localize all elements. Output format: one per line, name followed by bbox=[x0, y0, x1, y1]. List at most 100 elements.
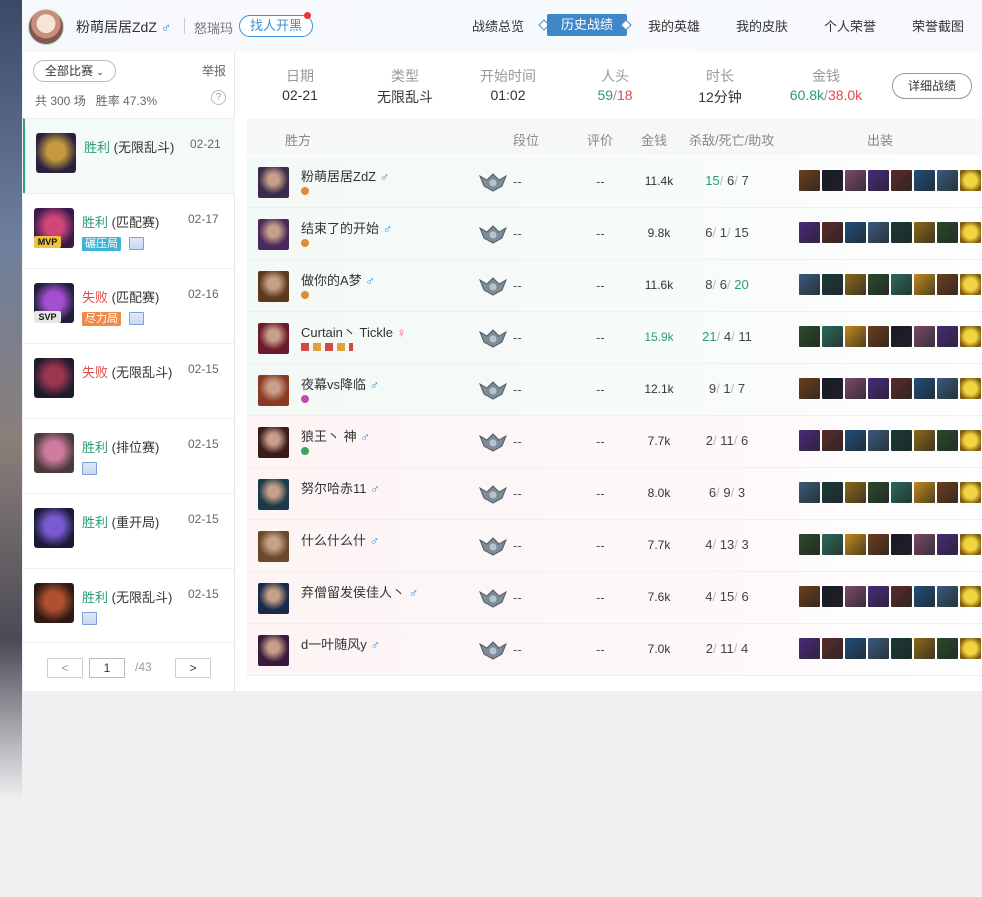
item-icon[interactable] bbox=[868, 534, 889, 555]
tab-skins[interactable]: 我的皮肤 bbox=[736, 16, 788, 35]
item-icon[interactable] bbox=[799, 534, 820, 555]
item-icon[interactable] bbox=[868, 274, 889, 295]
prev-page-button[interactable]: < bbox=[47, 658, 83, 678]
item-icon[interactable] bbox=[822, 482, 843, 503]
item-icon[interactable] bbox=[868, 638, 889, 659]
player-row[interactable]: 努尔哈赤11 ♂ -- -- 8.0k 6/ 9/ 3 bbox=[247, 468, 982, 520]
item-icon[interactable] bbox=[937, 482, 958, 503]
item-icon[interactable] bbox=[914, 534, 935, 555]
player-row[interactable]: 弃僧留发侯佳人丶 ♂ -- -- 7.6k 4/ 15/ 6 bbox=[247, 572, 982, 624]
item-icon[interactable] bbox=[891, 274, 912, 295]
find-teammate-button[interactable]: 找人开黑 bbox=[239, 15, 313, 37]
player-row[interactable]: 夜幕vs降临 ♂ -- -- 12.1k 9/ 1/ 7 bbox=[247, 364, 982, 416]
item-icon[interactable] bbox=[845, 430, 866, 451]
item-icon[interactable] bbox=[937, 326, 958, 347]
item-icon[interactable] bbox=[937, 274, 958, 295]
player-name[interactable]: 粉萌居居ZdZ ♂ bbox=[301, 166, 390, 185]
item-icon[interactable] bbox=[914, 326, 935, 347]
item-icon[interactable] bbox=[822, 274, 843, 295]
item-icon[interactable] bbox=[891, 586, 912, 607]
match-list-item[interactable]: 胜利 (重开局) 02-15 bbox=[23, 493, 234, 568]
player-row[interactable]: Curtain丶 Tickle ♀ -- -- 15.9k 21/ 4/ 11 bbox=[247, 312, 982, 364]
player-name[interactable]: d一叶随风y ♂ bbox=[301, 634, 380, 653]
item-icon[interactable] bbox=[914, 274, 935, 295]
item-icon[interactable] bbox=[891, 638, 912, 659]
item-icon[interactable] bbox=[799, 482, 820, 503]
match-filter-select[interactable]: 全部比赛 ⌄ bbox=[33, 60, 116, 82]
trinket-icon[interactable] bbox=[960, 378, 981, 399]
item-icon[interactable] bbox=[937, 170, 958, 191]
champion-avatar[interactable] bbox=[258, 167, 289, 198]
tab-history[interactable]: 历史战绩 bbox=[547, 14, 628, 36]
item-icon[interactable] bbox=[822, 222, 843, 243]
player-name[interactable]: Curtain丶 Tickle ♀ bbox=[301, 322, 406, 341]
player-name[interactable]: 结束了的开始 ♂ bbox=[301, 218, 392, 237]
trinket-icon[interactable] bbox=[960, 586, 981, 607]
champion-avatar[interactable] bbox=[258, 635, 289, 666]
item-icon[interactable] bbox=[937, 222, 958, 243]
trinket-icon[interactable] bbox=[960, 534, 981, 555]
item-icon[interactable] bbox=[799, 326, 820, 347]
champion-avatar[interactable] bbox=[258, 427, 289, 458]
item-icon[interactable] bbox=[937, 378, 958, 399]
item-icon[interactable] bbox=[799, 430, 820, 451]
item-icon[interactable] bbox=[845, 638, 866, 659]
item-icon[interactable] bbox=[914, 586, 935, 607]
screenshot-icon[interactable] bbox=[82, 462, 97, 475]
item-icon[interactable] bbox=[914, 222, 935, 243]
item-icon[interactable] bbox=[845, 534, 866, 555]
item-icon[interactable] bbox=[868, 378, 889, 399]
champion-avatar[interactable] bbox=[258, 271, 289, 302]
item-icon[interactable] bbox=[891, 430, 912, 451]
item-icon[interactable] bbox=[937, 638, 958, 659]
next-page-button[interactable]: > bbox=[175, 658, 211, 678]
item-icon[interactable] bbox=[822, 638, 843, 659]
item-icon[interactable] bbox=[822, 326, 843, 347]
item-icon[interactable] bbox=[937, 586, 958, 607]
item-icon[interactable] bbox=[868, 170, 889, 191]
trinket-icon[interactable] bbox=[960, 430, 981, 451]
champion-avatar[interactable] bbox=[258, 531, 289, 562]
item-icon[interactable] bbox=[799, 222, 820, 243]
item-icon[interactable] bbox=[868, 482, 889, 503]
trinket-icon[interactable] bbox=[960, 274, 981, 295]
tab-honors[interactable]: 个人荣誉 bbox=[824, 16, 876, 35]
item-icon[interactable] bbox=[937, 430, 958, 451]
item-icon[interactable] bbox=[822, 378, 843, 399]
item-icon[interactable] bbox=[868, 586, 889, 607]
item-icon[interactable] bbox=[799, 638, 820, 659]
player-row[interactable]: 什么什么什 ♂ -- -- 7.7k 4/ 13/ 3 bbox=[247, 520, 982, 572]
player-name[interactable]: 努尔哈赤11 ♂ bbox=[301, 478, 380, 497]
item-icon[interactable] bbox=[799, 170, 820, 191]
item-icon[interactable] bbox=[914, 430, 935, 451]
report-link[interactable]: 举报 bbox=[202, 62, 226, 79]
screenshot-icon[interactable] bbox=[129, 312, 144, 325]
player-name[interactable]: 狼王丶 神 ♂ bbox=[301, 426, 370, 445]
match-list-item[interactable]: 胜利 (无限乱斗) 02-21 bbox=[23, 118, 236, 193]
trinket-icon[interactable] bbox=[960, 638, 981, 659]
help-icon[interactable]: ? bbox=[211, 90, 226, 105]
trinket-icon[interactable] bbox=[960, 170, 981, 191]
item-icon[interactable] bbox=[799, 586, 820, 607]
item-icon[interactable] bbox=[914, 378, 935, 399]
match-list-item[interactable]: 失败 (匹配赛) 02-16 SVP 尽力局 bbox=[23, 268, 234, 343]
item-icon[interactable] bbox=[914, 638, 935, 659]
item-icon[interactable] bbox=[868, 430, 889, 451]
item-icon[interactable] bbox=[822, 586, 843, 607]
champion-avatar[interactable] bbox=[258, 375, 289, 406]
item-icon[interactable] bbox=[891, 170, 912, 191]
trinket-icon[interactable] bbox=[960, 326, 981, 347]
match-list-item[interactable]: 失败 (无限乱斗) 02-15 bbox=[23, 343, 234, 418]
champion-avatar[interactable] bbox=[258, 219, 289, 250]
champion-avatar[interactable] bbox=[258, 583, 289, 614]
player-name[interactable]: 什么什么什 ♂ bbox=[301, 530, 379, 549]
item-icon[interactable] bbox=[868, 222, 889, 243]
player-row[interactable]: 做你的A梦 ♂ -- -- 11.6k 8/ 6/ 20 bbox=[247, 260, 982, 312]
screenshot-icon[interactable] bbox=[129, 237, 144, 250]
item-icon[interactable] bbox=[937, 534, 958, 555]
item-icon[interactable] bbox=[822, 170, 843, 191]
player-row[interactable]: 狼王丶 神 ♂ -- -- 7.7k 2/ 11/ 6 bbox=[247, 416, 982, 468]
tab-overview[interactable]: 战绩总览 bbox=[472, 16, 524, 35]
item-icon[interactable] bbox=[891, 534, 912, 555]
item-icon[interactable] bbox=[891, 326, 912, 347]
